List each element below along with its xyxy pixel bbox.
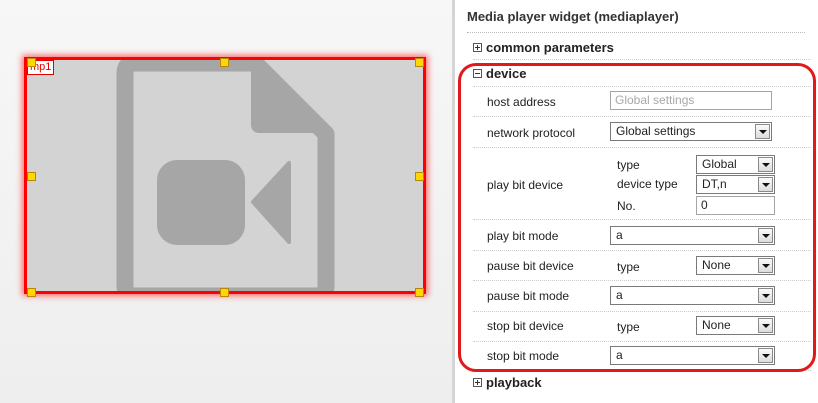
type-label: type xyxy=(617,158,640,172)
chevron-down-icon[interactable] xyxy=(758,288,773,303)
pause-bit-mode-value: a xyxy=(616,288,623,302)
resize-handle-sw[interactable] xyxy=(27,288,36,297)
stop-bit-type-select[interactable]: None xyxy=(696,316,775,335)
row-network-protocol: network protocol Global settings xyxy=(473,117,811,148)
chevron-down-icon[interactable] xyxy=(758,157,773,172)
panel-title: Media player widget (mediaplayer) xyxy=(467,9,679,24)
type-label: type xyxy=(617,260,640,274)
stop-bit-device-label: stop bit device xyxy=(487,319,564,333)
play-bit-mode-value: a xyxy=(616,228,623,242)
play-bit-type-select[interactable]: Global xyxy=(696,155,775,174)
row-play-bit-mode: play bit mode a xyxy=(473,220,811,251)
pause-bit-type-select[interactable]: None xyxy=(696,256,775,275)
network-protocol-label: network protocol xyxy=(487,126,576,140)
section-label: common parameters xyxy=(486,40,614,55)
resize-handle-nw[interactable] xyxy=(27,58,36,67)
play-bit-device-type-select[interactable]: DT,n xyxy=(696,175,775,194)
plus-box-icon[interactable] xyxy=(473,378,482,387)
resize-handle-n[interactable] xyxy=(220,58,229,67)
stop-bit-type-value: None xyxy=(702,318,731,332)
section-common-parameters[interactable]: common parameters xyxy=(473,40,614,55)
resize-handle-s[interactable] xyxy=(220,288,229,297)
stop-bit-mode-value: a xyxy=(616,348,623,362)
section-device[interactable]: device xyxy=(473,66,526,81)
design-canvas[interactable]: mp1 xyxy=(0,0,452,403)
type-label: type xyxy=(617,320,640,334)
pause-bit-device-label: pause bit device xyxy=(487,259,574,273)
network-protocol-value: Global settings xyxy=(616,124,696,138)
play-bit-number-input[interactable]: 0 xyxy=(696,196,775,215)
section-divider xyxy=(473,59,811,60)
chevron-down-icon[interactable] xyxy=(758,348,773,363)
pause-bit-mode-select[interactable]: a xyxy=(610,286,775,305)
row-pause-bit-device: pause bit device type None xyxy=(473,251,811,281)
play-bit-mode-label: play bit mode xyxy=(487,229,559,243)
play-bit-device-type-value: DT,n xyxy=(702,177,727,191)
chevron-down-icon[interactable] xyxy=(758,258,773,273)
section-label: playback xyxy=(486,375,542,390)
device-type-label: device type xyxy=(617,177,678,191)
pause-bit-mode-label: pause bit mode xyxy=(487,289,570,303)
stop-bit-mode-select[interactable]: a xyxy=(610,346,775,365)
resize-handle-e[interactable] xyxy=(415,172,424,181)
row-stop-bit-mode: stop bit mode a xyxy=(473,342,811,371)
host-address-label: host address xyxy=(487,95,556,109)
mediaplayer-widget[interactable]: mp1 xyxy=(24,57,426,294)
stop-bit-mode-label: stop bit mode xyxy=(487,349,560,363)
row-play-bit-device: play bit device type Global device type … xyxy=(473,148,811,220)
title-divider xyxy=(467,32,805,33)
section-label: device xyxy=(486,66,527,81)
minus-box-icon[interactable] xyxy=(473,69,482,78)
chevron-down-icon[interactable] xyxy=(755,124,770,139)
row-host-address: host address Global settings xyxy=(473,87,811,117)
pause-bit-type-value: None xyxy=(702,258,731,272)
number-label: No. xyxy=(617,199,636,213)
chevron-down-icon[interactable] xyxy=(758,177,773,192)
host-address-input[interactable]: Global settings xyxy=(610,91,772,110)
properties-panel: Media player widget (mediaplayer) common… xyxy=(455,0,818,403)
row-pause-bit-mode: pause bit mode a xyxy=(473,281,811,312)
play-bit-type-value: Global xyxy=(702,157,737,171)
plus-box-icon[interactable] xyxy=(473,43,482,52)
play-bit-mode-select[interactable]: a xyxy=(610,226,775,245)
network-protocol-select[interactable]: Global settings xyxy=(610,122,772,141)
video-file-icon xyxy=(116,60,335,291)
section-playback[interactable]: playback xyxy=(473,375,542,390)
resize-handle-se[interactable] xyxy=(415,288,424,297)
chevron-down-icon[interactable] xyxy=(758,228,773,243)
chevron-down-icon[interactable] xyxy=(758,318,773,333)
row-stop-bit-device: stop bit device type None xyxy=(473,312,811,342)
resize-handle-ne[interactable] xyxy=(415,58,424,67)
play-bit-device-label: play bit device xyxy=(487,178,564,192)
resize-handle-w[interactable] xyxy=(27,172,36,181)
